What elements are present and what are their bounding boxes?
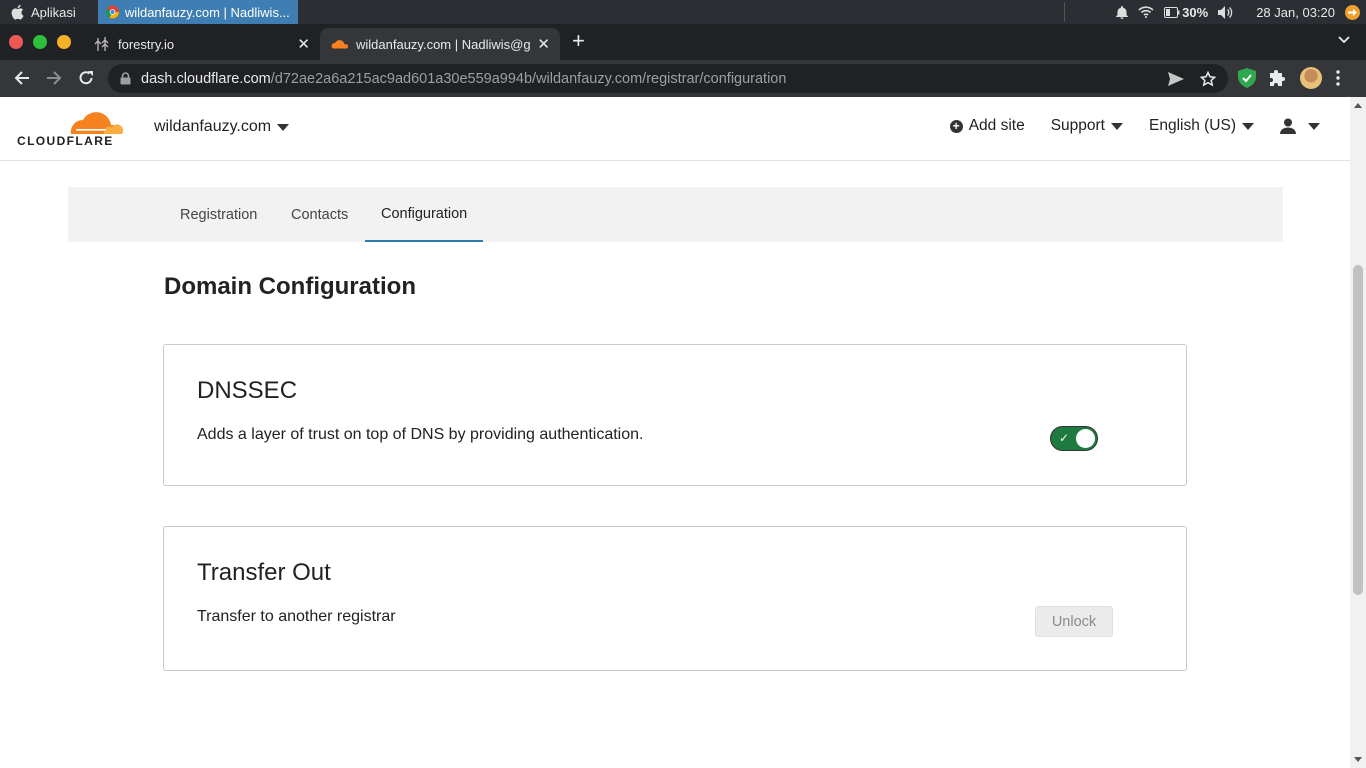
extensions-area [1238, 67, 1340, 89]
wifi-icon[interactable] [1138, 6, 1154, 18]
forestry-favicon-icon [94, 37, 109, 51]
cloudflare-logo[interactable]: CLOUDFLARE [16, 107, 124, 148]
app-menu[interactable]: Aplikasi [0, 0, 86, 24]
tab-close-icon[interactable]: ✕ [297, 35, 310, 53]
back-arrow-icon [14, 71, 29, 85]
cloudflare-wordmark: CLOUDFLARE [17, 134, 114, 148]
shield-extension-icon[interactable] [1238, 68, 1256, 88]
new-tab-button[interactable]: + [572, 30, 585, 52]
forward-arrow-icon [47, 71, 62, 85]
browser-tab-strip: forestry.io ✕ wildanfauzy.com | Nadliwis… [0, 24, 1366, 60]
send-to-device-icon[interactable] [1168, 71, 1184, 86]
caret-down-icon [1242, 122, 1254, 130]
browser-toolbar: dash.cloudflare.com/d72ae2a6a215ac9ad601… [0, 60, 1366, 97]
logout-icon[interactable] [1345, 4, 1360, 20]
address-bar[interactable]: dash.cloudflare.com/d72ae2a6a215ac9ad601… [108, 64, 1228, 93]
transfer-out-card: Transfer Out Transfer to another registr… [163, 526, 1187, 671]
tab-title: wildanfauzy.com | Nadliwis@gm [356, 36, 532, 52]
os-divider [1064, 2, 1065, 22]
site-switcher[interactable]: wildanfauzy.com [154, 118, 290, 136]
battery-percent: 30% [1182, 4, 1209, 20]
url-host: dash.cloudflare.com [141, 70, 271, 87]
dnssec-toggle[interactable]: ✓ [1050, 426, 1098, 451]
os-top-bar: Aplikasi wildanfauzy.com | Nadliwis... 3… [0, 0, 1366, 24]
page-viewport: CLOUDFLARE wildanfauzy.com + Add site Su… [0, 97, 1350, 768]
page-title: Domain Configuration [164, 273, 416, 300]
apple-icon [11, 4, 24, 20]
window-minimize-button[interactable] [57, 35, 71, 49]
reload-icon [79, 71, 93, 85]
page-scrollbar[interactable] [1350, 97, 1366, 768]
add-site-label: Add site [968, 117, 1025, 134]
caret-down-icon [1111, 122, 1123, 130]
chrome-icon [105, 5, 119, 19]
app-menu-label: Aplikasi [31, 4, 76, 20]
tab-contacts[interactable]: Contacts [275, 187, 364, 242]
reload-button[interactable] [76, 68, 96, 88]
language-label: English (US) [1149, 117, 1236, 134]
plus-circle-icon: + [949, 119, 963, 133]
check-icon: ✓ [1059, 431, 1070, 445]
header-nav: + Add site Support English (US) [949, 117, 1320, 135]
puzzle-extensions-icon[interactable] [1270, 70, 1286, 86]
site-name: wildanfauzy.com [154, 118, 272, 135]
add-site-button[interactable]: + Add site [949, 117, 1025, 135]
user-icon [1280, 118, 1296, 134]
tab-cloudflare[interactable]: wildanfauzy.com | Nadliwis@gm ✕ [320, 28, 560, 60]
volume-icon[interactable] [1218, 5, 1234, 19]
url-path: /d72ae2a6a215ac9ad601a30e559a994b/wildan… [270, 70, 787, 87]
scroll-up-arrow-icon[interactable] [1354, 103, 1362, 108]
unlock-button[interactable]: Unlock [1035, 606, 1113, 637]
profile-avatar[interactable] [1300, 67, 1322, 89]
tab-forestry[interactable]: forestry.io ✕ [84, 28, 320, 60]
window-close-button[interactable] [9, 35, 23, 49]
scroll-down-arrow-icon[interactable] [1354, 757, 1362, 762]
bell-icon[interactable] [1116, 5, 1129, 19]
clock[interactable]: 28 Jan, 03:20 [1256, 5, 1335, 20]
caret-down-icon [1308, 122, 1320, 130]
language-menu[interactable]: English (US) [1149, 117, 1254, 135]
kebab-menu-icon[interactable] [1336, 70, 1340, 86]
tab-configuration[interactable]: Configuration [365, 187, 484, 242]
dnssec-description: Adds a layer of trust on top of DNS by p… [197, 426, 644, 443]
cloudflare-favicon-icon [331, 40, 348, 49]
dnssec-card: DNSSEC Adds a layer of trust on top of D… [163, 344, 1187, 486]
toggle-knob [1076, 429, 1095, 448]
registrar-subtabs: Registration Contacts Configuration [68, 187, 1283, 242]
system-tray: 30% 28 Jan, 03:20 [1116, 0, 1366, 24]
tab-title: forestry.io [118, 36, 175, 52]
lock-icon[interactable] [120, 72, 131, 85]
cloudflare-header: CLOUDFLARE wildanfauzy.com + Add site Su… [0, 97, 1350, 161]
transfer-title: Transfer Out [197, 559, 331, 586]
scroll-thumb[interactable] [1353, 265, 1363, 595]
window-maximize-button[interactable] [33, 35, 47, 49]
tab-registration[interactable]: Registration [164, 187, 273, 242]
support-label: Support [1050, 117, 1105, 134]
taskbar-window-title: wildanfauzy.com | Nadliwis... [124, 4, 290, 20]
caret-down-icon [277, 123, 290, 131]
bookmark-star-icon[interactable] [1200, 70, 1216, 87]
transfer-description: Transfer to another registrar [197, 608, 396, 625]
tab-close-icon[interactable]: ✕ [537, 35, 550, 53]
user-menu[interactable] [1280, 118, 1320, 134]
dnssec-title: DNSSEC [197, 377, 298, 404]
support-menu[interactable]: Support [1051, 117, 1123, 135]
battery-icon [1164, 6, 1180, 18]
tab-search-chevron-icon[interactable] [1338, 36, 1350, 44]
back-button[interactable] [12, 68, 32, 88]
forward-button[interactable] [44, 68, 64, 88]
cloudflare-cloud-icon [70, 112, 124, 134]
taskbar-window[interactable]: wildanfauzy.com | Nadliwis... [97, 0, 298, 24]
battery-indicator[interactable]: 30% [1164, 5, 1208, 20]
